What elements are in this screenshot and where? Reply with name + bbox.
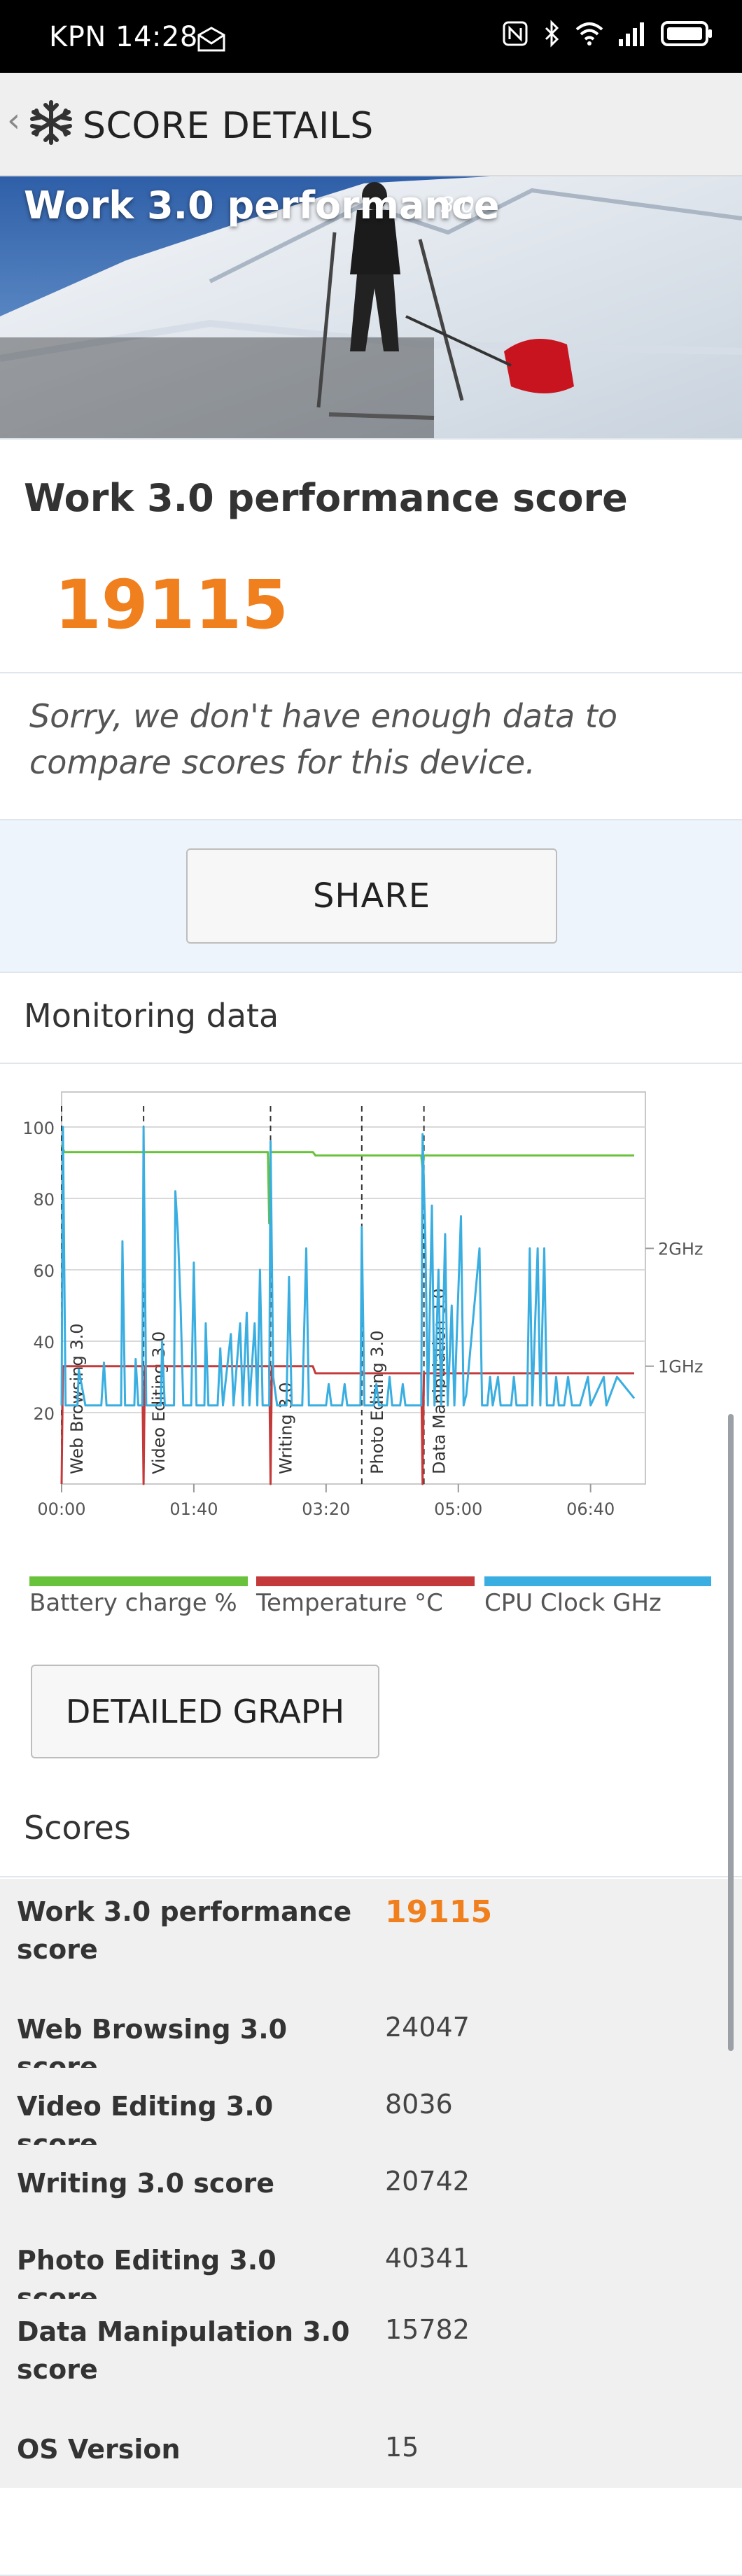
wifi-icon — [574, 20, 605, 55]
status-icons — [501, 20, 714, 55]
segment-label: Video Editing 3.0 — [149, 1331, 169, 1474]
carrier-time: KPN 14:28 — [49, 21, 198, 53]
detailed-graph-button[interactable]: DETAILED GRAPH — [31, 1665, 379, 1758]
score-row-value: 19115 — [385, 1894, 493, 1930]
legend-battery: Battery charge % — [29, 1589, 237, 1617]
right-tick-label: 2GHz — [658, 1239, 704, 1259]
x-tick-label: 01:40 — [169, 1499, 218, 1519]
bluetooth-icon — [542, 20, 561, 55]
overall-score: 19115 — [55, 566, 288, 644]
legend-swatch-cpu — [484, 1576, 711, 1586]
legend-temperature: Temperature °C — [256, 1589, 443, 1617]
score-row-label: OS Version — [17, 2434, 181, 2465]
status-bar: KPN 14:28 — [0, 0, 742, 73]
score-row: Writing 3.0 score 20742 — [0, 2145, 742, 2224]
signal-icon — [617, 20, 648, 55]
score-row-value: 40341 — [385, 2243, 470, 2274]
monitoring-chart: Web Browsing 3.0 Video Editing 3.0 Writing… — [22, 1091, 704, 1519]
y-tick-label: 20 — [33, 1404, 55, 1424]
right-tick-label: 1GHz — [658, 1357, 704, 1377]
y-tick-label: 40 — [33, 1333, 55, 1352]
divider — [0, 1063, 742, 1064]
x-tick-label: 05:00 — [434, 1499, 482, 1519]
x-tick-label: 03:20 — [302, 1499, 350, 1519]
page-title: SCORE DETAILS — [83, 105, 374, 147]
score-row-value: 8036 — [385, 2089, 453, 2120]
divider — [0, 1876, 742, 1877]
score-row-label: Data Manipulation 3.0 score — [17, 2316, 350, 2385]
back-chevron-icon[interactable]: ‹ — [7, 101, 20, 140]
y-tick-label: 80 — [33, 1190, 55, 1210]
score-row: Data Manipulation 3.0 score 15782 — [0, 2299, 742, 2413]
score-row-value: 15 — [385, 2432, 419, 2463]
score-row: OS Version 15 — [0, 2411, 742, 2490]
divider — [0, 672, 742, 673]
legend-swatch-temperature — [256, 1576, 475, 1586]
score-title: Work 3.0 performance score — [24, 476, 628, 520]
x-tick-label: 06:40 — [566, 1499, 615, 1519]
battery-icon — [661, 20, 714, 55]
score-row-label: Writing 3.0 score — [17, 2168, 274, 2199]
snowflake-logo-icon — [27, 98, 76, 147]
score-row: Work 3.0 performance score 19115 — [0, 1879, 742, 1993]
score-row: Web Browsing 3.0 score 24047 — [0, 1991, 742, 2082]
segment-label: Photo Editing 3.0 — [368, 1331, 387, 1474]
score-row-value: 20742 — [385, 2166, 470, 2197]
scores-title: Scores — [24, 1809, 131, 1847]
nfc-icon — [501, 20, 529, 55]
y-tick-label: 60 — [33, 1261, 55, 1281]
y-tick-label: 100 — [22, 1119, 55, 1138]
x-tick-label: 00:00 — [37, 1499, 85, 1519]
mail-icon — [196, 25, 227, 57]
version-badge: 3.0 — [441, 193, 475, 218]
legend-swatch-battery — [29, 1576, 248, 1586]
legend-cpu: CPU Clock GHz — [484, 1589, 662, 1617]
score-row-label: Work 3.0 performance score — [17, 1896, 352, 1965]
hero-label: Work 3.0 performance — [24, 183, 500, 227]
score-row: Photo Editing 3.0 score 40341 — [0, 2222, 742, 2314]
comparison-message: Sorry, we don't have enough data to comp… — [29, 697, 618, 781]
score-row-value: 24047 — [385, 2012, 470, 2043]
monitoring-title: Monitoring data — [24, 997, 279, 1035]
scrollbar[interactable] — [728, 1414, 734, 2051]
score-row: Video Editing 3.0 score 8036 — [0, 2068, 742, 2160]
share-button[interactable]: SHARE — [186, 848, 557, 944]
score-row-value: 15782 — [385, 2314, 470, 2345]
app-bar: ‹ SCORE DETAILS — [0, 73, 742, 176]
